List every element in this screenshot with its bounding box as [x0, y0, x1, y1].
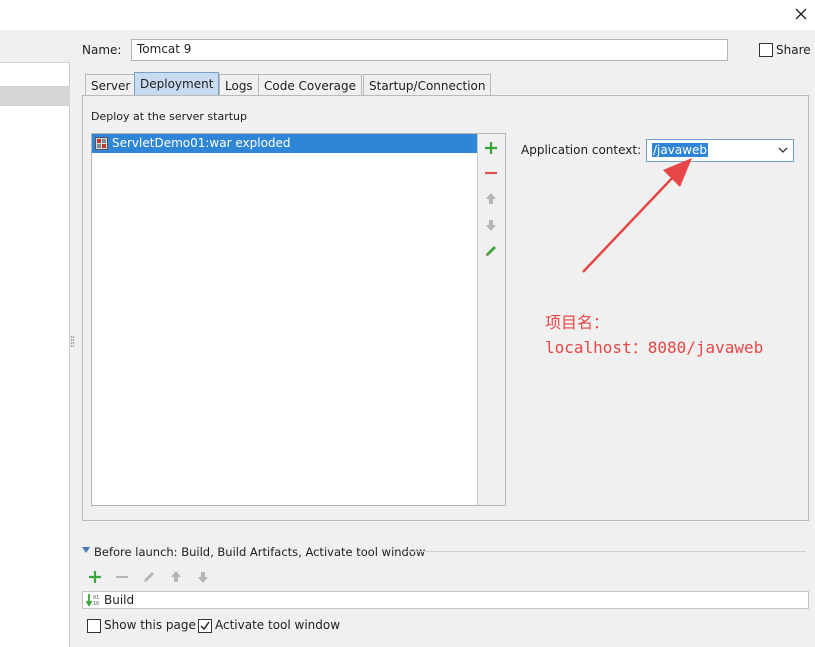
share-checkbox[interactable] [759, 43, 773, 57]
configuration-tree[interactable] [0, 62, 70, 647]
move-up-button[interactable] [481, 189, 501, 209]
add-icon[interactable] [85, 567, 105, 587]
tab-server[interactable]: Server [85, 74, 137, 96]
splitter-grip-icon[interactable] [70, 335, 75, 349]
edit-icon[interactable] [139, 567, 159, 587]
annotation-line-1: 项目名： [545, 313, 610, 332]
move-down-icon[interactable] [481, 215, 501, 235]
activate-tool-window-label[interactable]: Activate tool window [215, 618, 340, 632]
before-launch-title: Before launch: Build, Build Artifacts, A… [94, 545, 426, 559]
build-task-label: Build [104, 593, 135, 607]
move-down-icon[interactable] [193, 567, 213, 587]
before-launch-toolbar [85, 567, 215, 587]
deployment-list-toolbar [477, 133, 506, 506]
tab-startup-connection[interactable]: Startup/Connection [363, 74, 492, 96]
checkmark-icon[interactable] [199, 620, 211, 632]
annotation-line-2: localhost：8080/javaweb [545, 338, 764, 357]
build-icon: 01 10 [86, 594, 99, 607]
deployment-list[interactable] [91, 133, 478, 506]
remove-button[interactable] [481, 163, 501, 183]
name-label: Name: [82, 43, 122, 57]
title-bar [0, 0, 815, 30]
move-up-icon[interactable] [481, 189, 501, 209]
svg-text:10: 10 [93, 601, 99, 607]
deployment-list-item[interactable]: ServletDemo01:war exploded [92, 134, 477, 153]
show-this-page-label[interactable]: Show this page [104, 618, 196, 632]
before-launch-task-row[interactable]: 01 10 Build [82, 591, 809, 609]
remove-icon[interactable] [481, 163, 501, 183]
tab-code-coverage[interactable]: Code Coverage [258, 74, 363, 96]
tab-deployment[interactable]: Deployment [134, 72, 220, 96]
war-artifact-icon [95, 137, 108, 150]
name-input[interactable]: Tomcat 9 [131, 39, 728, 61]
collapse-triangle-icon[interactable] [82, 547, 90, 554]
add-icon[interactable] [481, 138, 501, 158]
before-launch-divider [405, 551, 806, 552]
deploy-section-label: Deploy at the server startup [91, 110, 248, 123]
move-down-button[interactable] [481, 215, 501, 235]
close-button[interactable] [791, 4, 811, 24]
configuration-tree-selected-row[interactable] [0, 86, 70, 106]
panel-splitter-handle[interactable] [70, 335, 75, 349]
remove-icon[interactable] [112, 567, 132, 587]
show-this-page-checkbox[interactable] [87, 619, 101, 633]
chevron-down-icon[interactable] [778, 146, 788, 154]
tab-logs[interactable]: Logs [219, 74, 259, 96]
share-label[interactable]: Share [776, 43, 811, 57]
move-up-icon[interactable] [166, 567, 186, 587]
annotation-arrow [582, 158, 692, 273]
activate-tool-window-checkbox[interactable] [198, 619, 212, 633]
add-button[interactable] [481, 138, 501, 158]
edit-button[interactable] [481, 241, 501, 261]
close-icon[interactable] [791, 4, 811, 24]
edit-icon[interactable] [481, 241, 501, 261]
